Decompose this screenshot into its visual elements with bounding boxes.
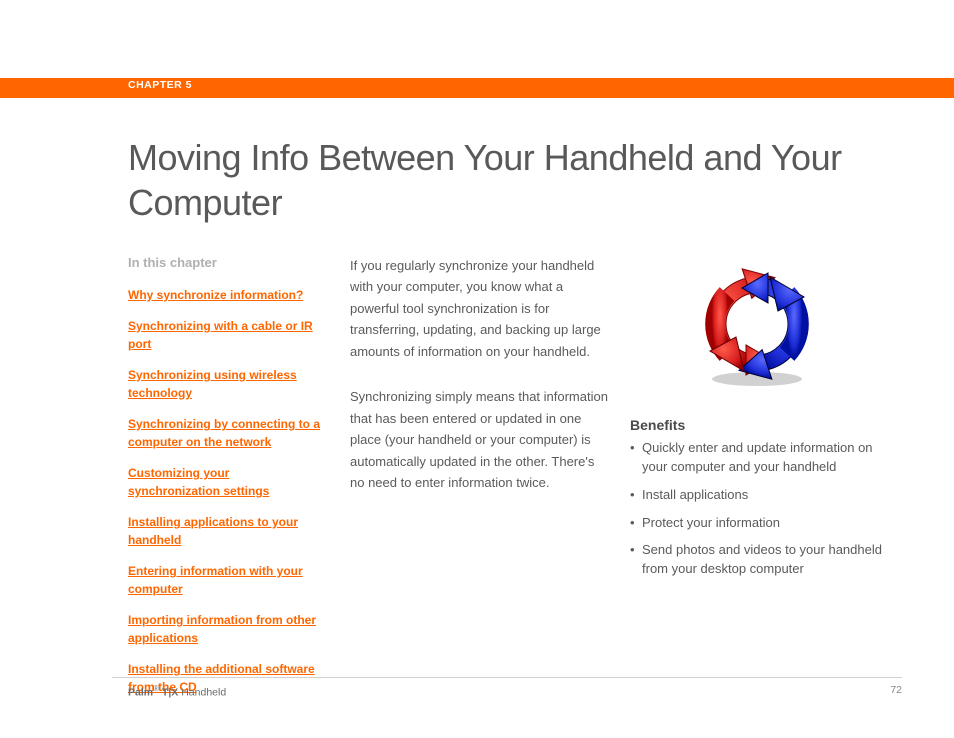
content-area: In this chapter Why synchronize informat…: [128, 255, 884, 709]
toc-link-installing-apps[interactable]: Installing applications to your handheld: [128, 513, 320, 549]
page-number: 72: [890, 684, 902, 699]
right-column: Benefits Quickly enter and update inform…: [630, 255, 884, 709]
body-para-1: If you regularly synchronize your handhe…: [350, 255, 610, 362]
footer-product: Palm® T|X Handheld: [112, 684, 226, 699]
benefit-item: Send photos and videos to your handheld …: [630, 541, 884, 579]
chapter-label: CHAPTER 5: [128, 79, 192, 91]
toc-link-entering-info[interactable]: Entering information with your computer: [128, 562, 320, 598]
product-model: T|X: [159, 686, 178, 698]
toc-link-importing[interactable]: Importing information from other applica…: [128, 611, 320, 647]
benefit-item: Quickly enter and update information on …: [630, 439, 884, 477]
benefits-list: Quickly enter and update information on …: [630, 439, 884, 579]
toc-link-network[interactable]: Synchronizing by connecting to a compute…: [128, 415, 320, 451]
sync-icon: [630, 255, 884, 389]
body-column: If you regularly synchronize your handhe…: [350, 255, 630, 709]
product-suffix: Handheld: [178, 686, 226, 698]
footer: Palm® T|X Handheld 72: [112, 677, 902, 699]
page-title: Moving Info Between Your Handheld and Yo…: [128, 135, 954, 225]
chapter-header-bar: CHAPTER 5: [0, 78, 954, 98]
toc-column: In this chapter Why synchronize informat…: [128, 255, 350, 709]
benefits-heading: Benefits: [630, 417, 884, 433]
toc-link-wireless[interactable]: Synchronizing using wireless technology: [128, 366, 320, 402]
toc-link-why-synchronize[interactable]: Why synchronize information?: [128, 286, 320, 304]
toc-heading: In this chapter: [128, 255, 320, 270]
toc-link-customizing[interactable]: Customizing your synchronization setting…: [128, 464, 320, 500]
product-brand: Palm: [128, 686, 153, 698]
body-para-2: Synchronizing simply means that informat…: [350, 386, 610, 493]
toc-link-cable-ir[interactable]: Synchronizing with a cable or IR port: [128, 317, 320, 353]
benefit-item: Install applications: [630, 486, 884, 505]
benefit-item: Protect your information: [630, 514, 884, 533]
